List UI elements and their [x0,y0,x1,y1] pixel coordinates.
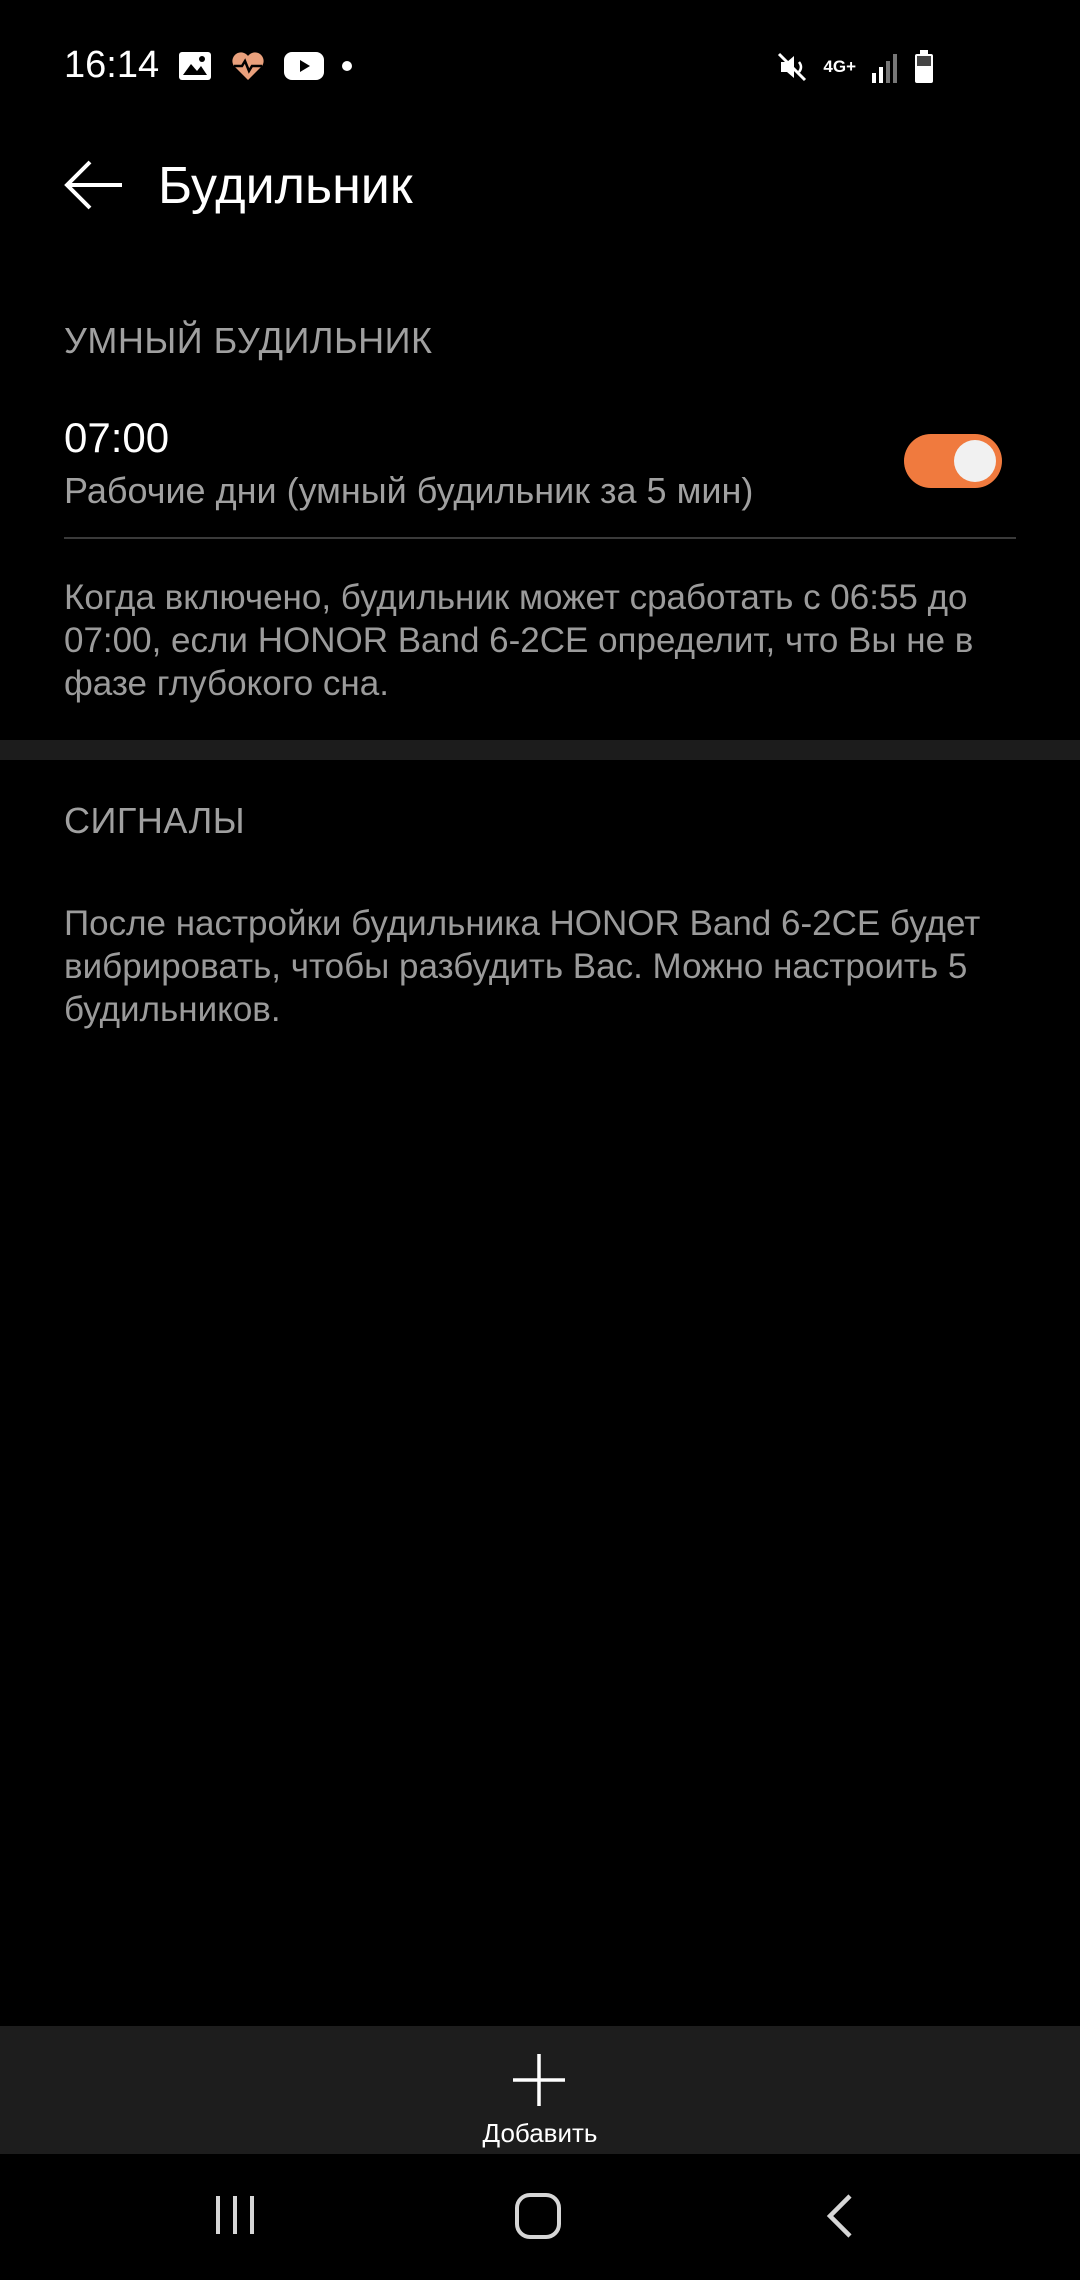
youtube-icon [284,52,324,80]
network-type-label: 4G+ [823,57,856,76]
gallery-icon [179,52,211,80]
home-icon[interactable] [514,2192,562,2240]
signals-section-title: СИГНАЛЫ [64,800,246,841]
status-time: 16:14 [64,44,160,86]
alarm-schedule[interactable]: Рабочие дни (умный будильник за 5 мин) [64,470,753,512]
nav-back-icon[interactable] [822,2192,858,2240]
page-title: Будильник [158,157,413,215]
add-icon[interactable] [511,2052,567,2108]
back-arrow-icon[interactable] [62,158,126,212]
heart-rate-icon [232,52,264,80]
status-icons-right: 4G+ [775,50,934,84]
status-icons-left [178,50,352,82]
alarm-toggle[interactable] [904,434,1002,488]
smart-alarm-description: Когда включено, будильник может сработат… [64,578,974,703]
signals-description: После настройки будильника HONOR Band 6-… [64,904,981,1029]
toggle-knob [954,440,996,482]
smart-alarm-section-title: УМНЫЙ БУДИЛЬНИК [64,320,433,361]
divider [64,537,1016,539]
add-button-label[interactable]: Добавить [0,2118,1080,2149]
battery-icon [915,50,933,83]
notification-dot-icon [342,61,352,71]
signal-icon [872,54,897,83]
alarm-time[interactable]: 07:00 [64,414,169,462]
section-separator [0,740,1080,760]
recent-apps-icon[interactable] [212,2192,258,2238]
vibrate-mute-icon [778,52,807,82]
